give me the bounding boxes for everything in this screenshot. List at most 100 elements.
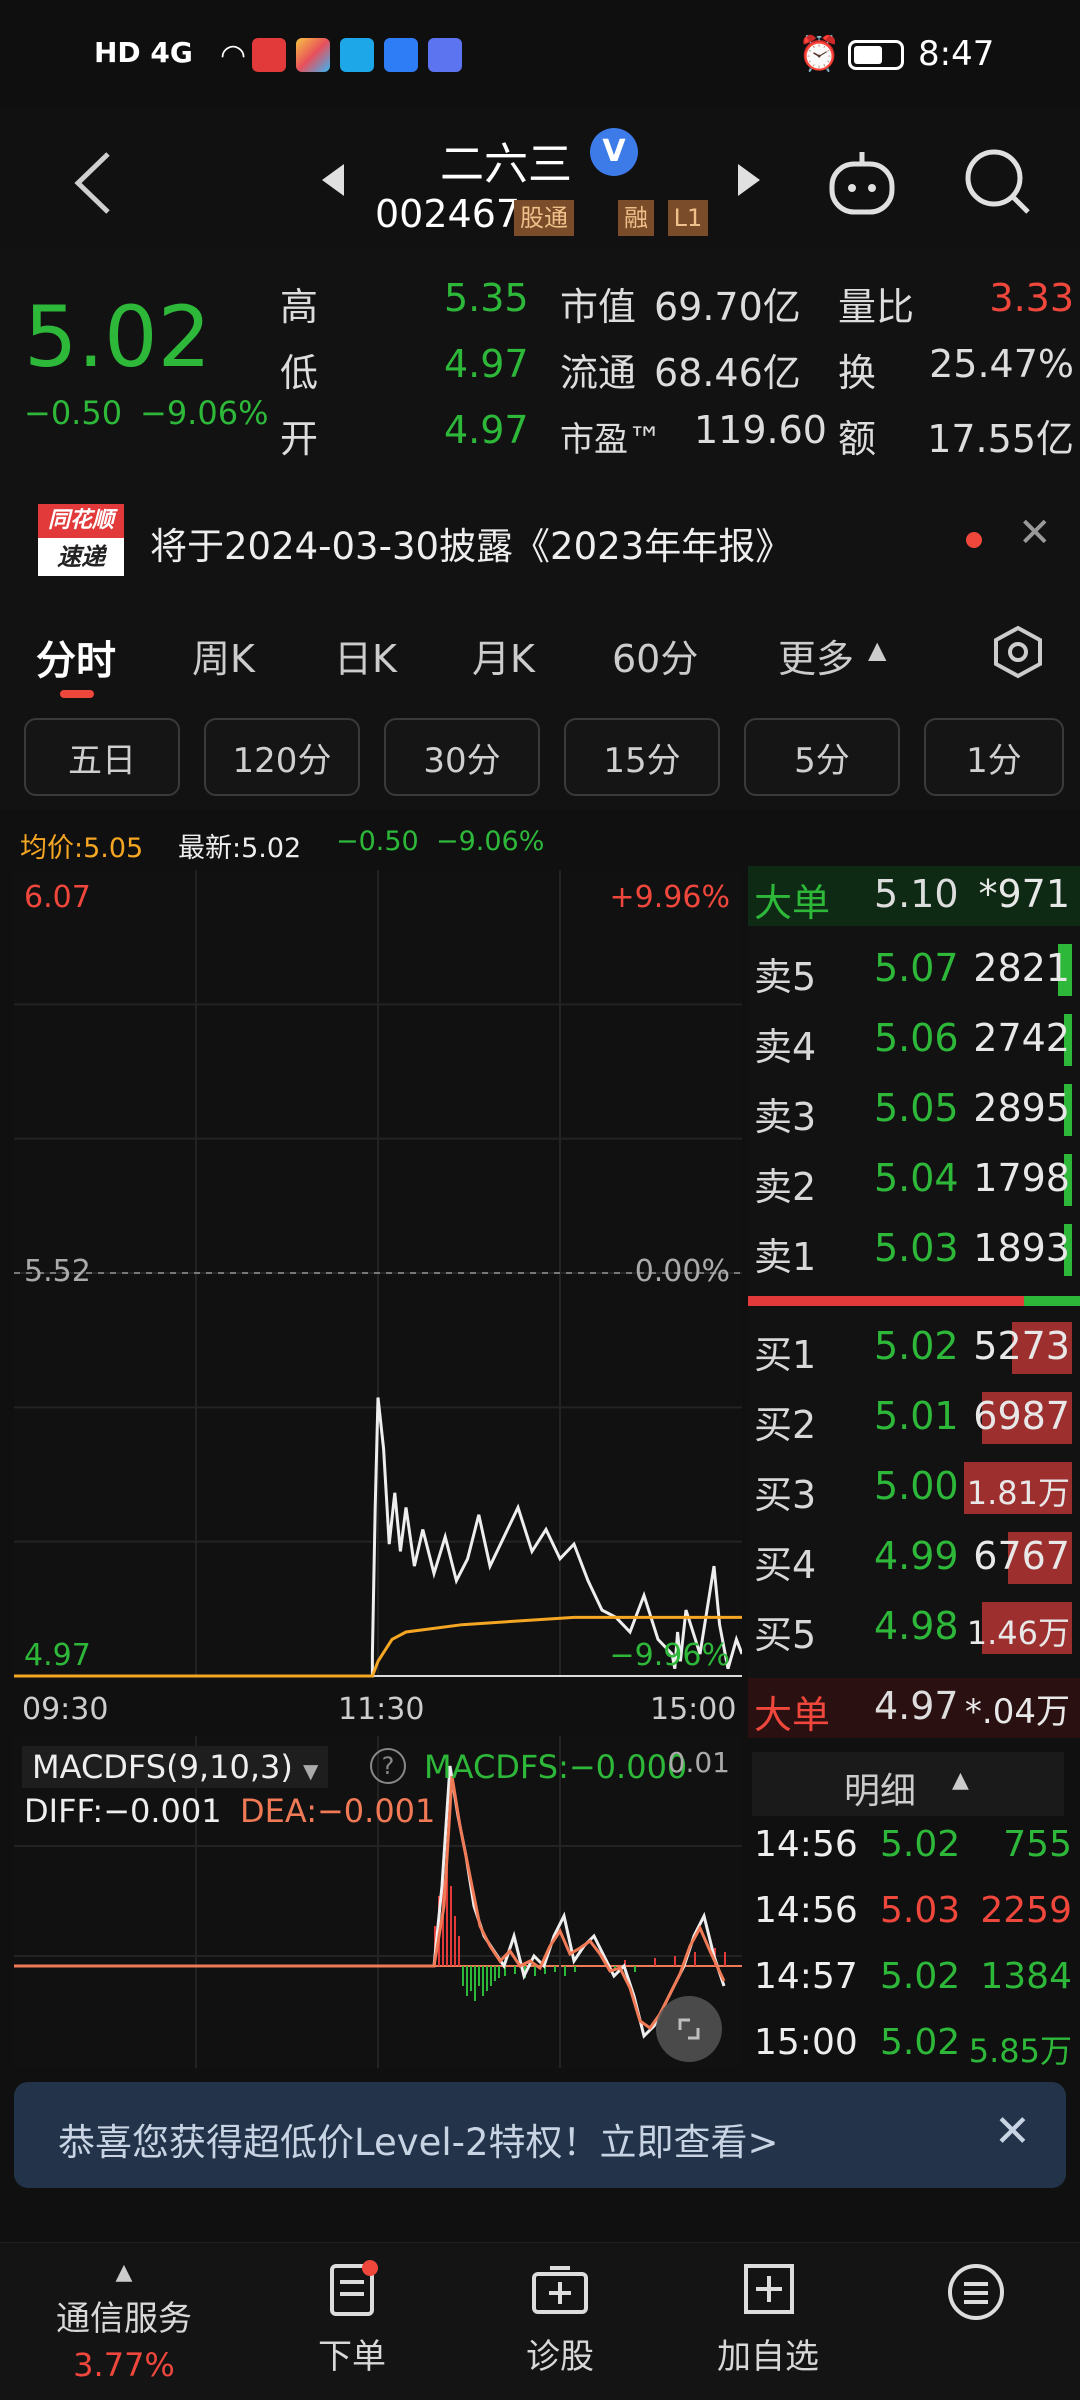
avg-price: 均价:5.05 [20,833,144,864]
latest-change: −0.50 [336,826,419,857]
robot-icon[interactable] [826,146,898,218]
buy-level-3: 买3 5.00 1.81万 [754,1462,1072,1517]
tab-intraday[interactable]: 分时 [36,628,116,686]
amount-label: 额 [838,417,877,461]
subtab-1min[interactable]: 1分 [924,718,1064,796]
tab-60min[interactable]: 60分 [612,628,698,683]
caret-up-icon: ▲ [115,2260,133,2285]
nav-sector[interactable]: ▲ 通信服务 3.77% [24,2260,224,2390]
back-icon[interactable] [70,148,116,218]
tick-row: 15:00 5.02 5.85万 [754,2022,1072,2070]
app-icon [252,38,286,72]
macd-bar [482,1966,484,1996]
nav-order[interactable]: 下单 [252,2260,452,2390]
notice-text: 将于2024-03-30披露《2023年年报》 [150,525,793,568]
stock-name: 二六三 [440,139,572,190]
macd-bar [490,1966,492,1986]
tick-row: 14:56 5.03 2259 [754,1890,1072,1931]
pct-mid-label: 0.00% [634,1254,730,1289]
latest-price: 最新:5.02 [178,833,302,864]
macd-diff: DIFF:−0.001 [24,1792,222,1830]
latest-change-pct: −9.06% [436,826,545,857]
nav-add-watchlist[interactable]: 加自选 [668,2260,868,2390]
intraday-chart[interactable]: 6.07 +9.96% 5.52 0.00% 4.97 −9.96% [14,870,742,1682]
cloud-icon [384,38,418,72]
turnover-value: 25.47% [929,342,1074,386]
macd-bar [466,1966,468,1996]
subtab-5day[interactable]: 五日 [24,718,180,796]
y-bottom-label: 4.97 [24,1638,91,1673]
x-tick-midday: 11:30 [338,1692,425,1727]
depth-ratio-bar [748,1296,1080,1306]
buy-level-5: 买5 4.98 1.46万 [754,1602,1072,1657]
macd-bar [574,1966,576,1972]
macd-dea: DEA:−0.001 [240,1792,436,1830]
clock: 8:47 [918,34,995,74]
sell-level-3: 卖3 5.05 2895 [754,1084,1072,1139]
macd-bar [450,1886,452,1966]
search-icon[interactable] [962,146,1034,218]
amount-value: 17.55亿 [927,417,1074,461]
mktcap-value: 69.70亿 [654,285,801,329]
close-icon[interactable]: ✕ [1018,510,1052,556]
status-bar: HD 4G ◠ ⏰ 8:47 [0,0,1080,108]
next-stock-icon[interactable] [734,160,764,200]
verified-icon: V [590,128,638,176]
tab-monthly[interactable]: 月K [472,628,535,683]
macd-bar [454,1916,456,1966]
sell-level-1: 卖1 5.03 1893 [754,1224,1072,1279]
macd-bar [462,1966,464,1986]
close-icon[interactable]: ✕ [994,2106,1031,2157]
battery-icon [848,40,904,70]
tick-row: 14:56 5.02 755 [754,1824,1072,1865]
signal-indicator: HD 4G [94,36,193,69]
price-change-pct: −9.06% [140,394,269,432]
subtab-5min[interactable]: 5分 [744,718,900,796]
chart-info-line: 均价:5.05 最新:5.02 −0.50 −9.06% [0,812,745,864]
tick-row: 14:57 5.02 1384 [754,1956,1072,1997]
add-icon [744,2264,794,2314]
diagnose-icon [532,2266,588,2314]
fullscreen-icon[interactable] [656,1996,722,2062]
macd-bar [634,1966,636,1972]
pct-top-label: +9.96% [609,880,730,915]
tab-weekly[interactable]: 周K [192,628,255,683]
nav-menu[interactable] [876,2260,1076,2390]
settings-hexagon-icon[interactable] [990,624,1046,680]
low-value: 4.97 [444,342,529,386]
big-order-top: 大单 5.10 *971 [748,866,1080,926]
nav-diagnose[interactable]: 诊股 [460,2260,660,2390]
macd-bar [458,1936,460,1966]
buy-level-4: 买4 4.99 6767 [754,1532,1072,1587]
float-value: 68.46亿 [654,351,801,395]
macd-bar [554,1966,556,1972]
connect-badge: 股通 [514,200,574,236]
period-tabs: 分时 周K 日K 月K 60分 更多 ▲ [0,598,1080,708]
macd-selector[interactable]: MACDFS(9,10,3) ▼ [22,1746,329,1788]
macd-bar [564,1966,566,1976]
subtab-30min[interactable]: 30分 [384,718,540,796]
sell-level-5: 卖5 5.07 2821 [754,944,1072,999]
volratio-label: 量比 [838,285,915,329]
x-tick-close: 15:00 [650,1692,737,1727]
subtab-120min[interactable]: 120分 [204,718,360,796]
subtab-15min[interactable]: 15分 [564,718,720,796]
unread-dot [966,532,982,548]
promo-banner[interactable]: 恭喜您获得超低价Level-2特权！立即查看> ✕ [14,2082,1066,2188]
macd-bar [478,1966,480,1986]
buy-level-1: 买1 5.02 5273 [754,1322,1072,1377]
prev-stock-icon[interactable] [318,160,348,200]
ticks-header[interactable]: 明细 ▲ [752,1752,1064,1816]
tab-more[interactable]: 更多 [778,628,854,683]
menu-icon [948,2264,1004,2320]
tab-daily[interactable]: 日K [334,628,397,683]
app-icon [296,38,330,72]
alarm-icon: ⏰ [798,34,841,74]
notice-bar[interactable]: 同花顺 速递 将于2024-03-30披露《2023年年报》 ✕ [0,480,1080,598]
turnover-label: 换 [838,351,877,395]
y-mid-label: 5.52 [24,1254,91,1289]
high-label: 高 [280,285,319,329]
help-icon[interactable]: ? [370,1748,406,1784]
volratio-value: 3.33 [989,276,1074,320]
macd-bar [494,1966,496,1981]
